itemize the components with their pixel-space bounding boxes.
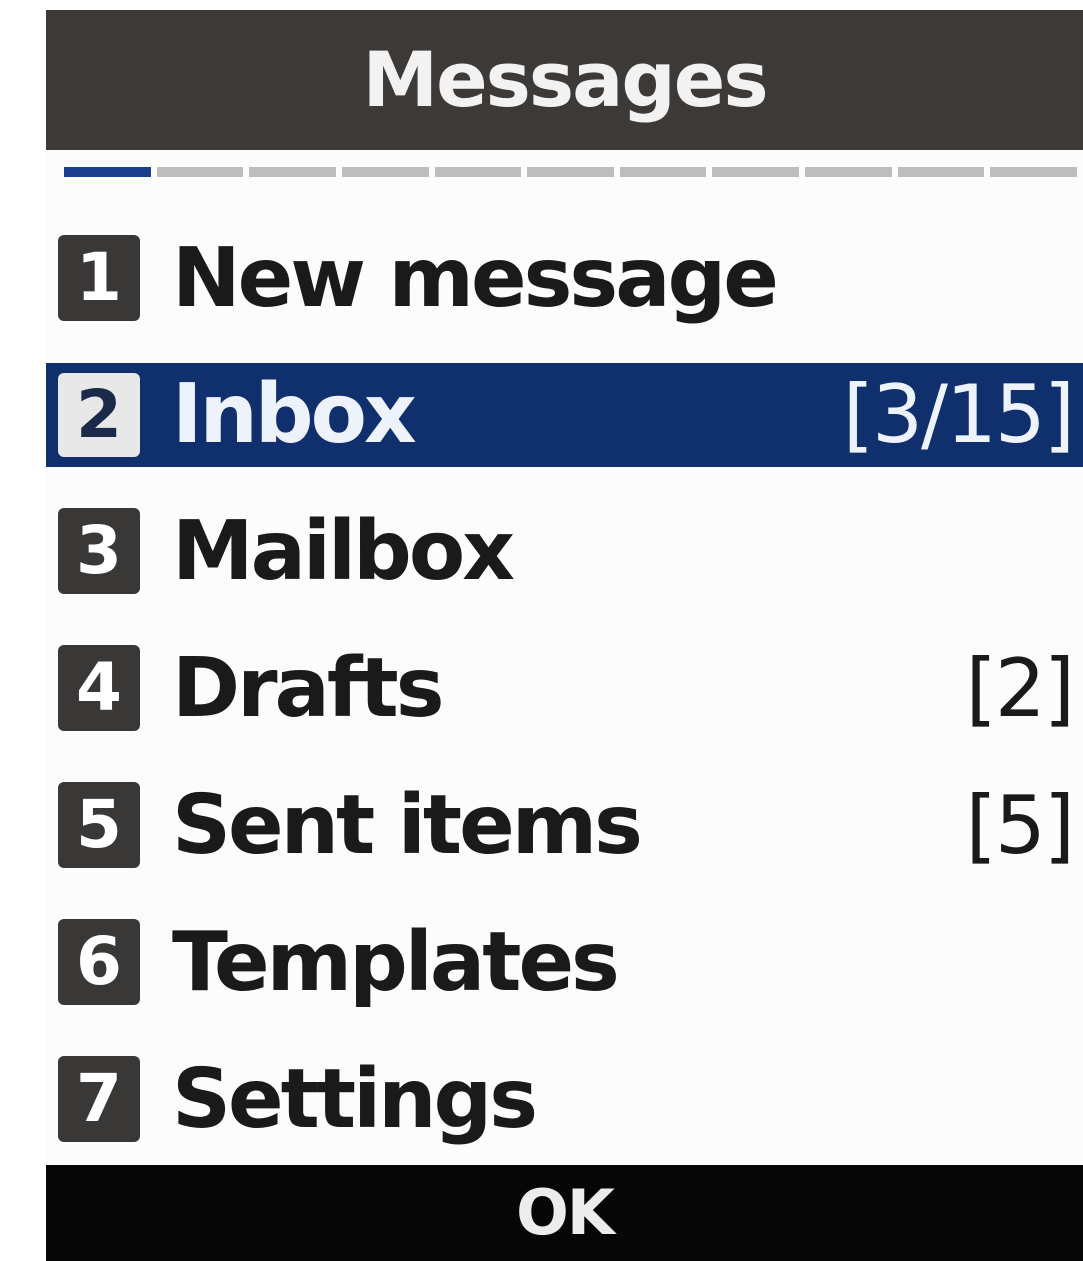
page-indicator-segment	[805, 167, 892, 177]
menu-number-badge: 6	[58, 919, 140, 1005]
menu-item-label: New message	[172, 231, 779, 326]
page-title: Messages	[46, 10, 1083, 150]
menu-number-badge: 2	[58, 373, 140, 457]
page-indicator	[64, 167, 1083, 177]
menu-item-mailbox[interactable]: 3 Mailbox	[46, 483, 1083, 620]
menu-number-badge: 3	[58, 508, 140, 594]
menu-item-settings[interactable]: 7 Settings	[46, 1031, 1083, 1168]
menu-item-count: [2]	[965, 642, 1075, 735]
menu-number-badge: 4	[58, 645, 140, 731]
menu-item-label: Drafts	[172, 641, 445, 736]
menu-item-count: [3/15]	[842, 368, 1075, 461]
menu-number-badge: 5	[58, 782, 140, 868]
menu-item-label: Settings	[172, 1052, 538, 1147]
phone-screen: Messages 1 New message 2 Inbox [3/15] 3 …	[46, 10, 1083, 1261]
menu-number-badge: 7	[58, 1056, 140, 1142]
menu-number-badge: 1	[58, 235, 140, 321]
page-indicator-segment	[527, 167, 614, 177]
page-indicator-segment	[434, 167, 522, 177]
menu-item-label: Inbox	[172, 367, 417, 462]
page-indicator-segment	[619, 167, 707, 177]
menu-item-count: [5]	[965, 779, 1075, 872]
page-indicator-segment	[156, 167, 244, 177]
menu-item-label: Sent items	[172, 778, 643, 873]
menu-item-new-message[interactable]: 1 New message	[46, 210, 1083, 347]
menu-item-drafts[interactable]: 4 Drafts [2]	[46, 620, 1083, 757]
ok-softkey[interactable]: OK	[46, 1165, 1083, 1261]
page-indicator-segment	[990, 167, 1078, 177]
page-indicator-segment	[249, 167, 336, 177]
menu-item-sent-items[interactable]: 5 Sent items [5]	[46, 757, 1083, 894]
page-indicator-segment-active	[64, 167, 151, 177]
page-indicator-segment	[712, 167, 800, 177]
page-indicator-segment	[897, 167, 985, 177]
menu-item-label: Templates	[172, 915, 620, 1010]
menu-item-inbox[interactable]: 2 Inbox [3/15]	[46, 363, 1083, 467]
page-indicator-segment	[341, 167, 429, 177]
messages-menu: 1 New message 2 Inbox [3/15] 3 Mailbox 4…	[46, 210, 1083, 1168]
menu-item-label: Mailbox	[172, 504, 515, 599]
menu-item-templates[interactable]: 6 Templates	[46, 894, 1083, 1031]
